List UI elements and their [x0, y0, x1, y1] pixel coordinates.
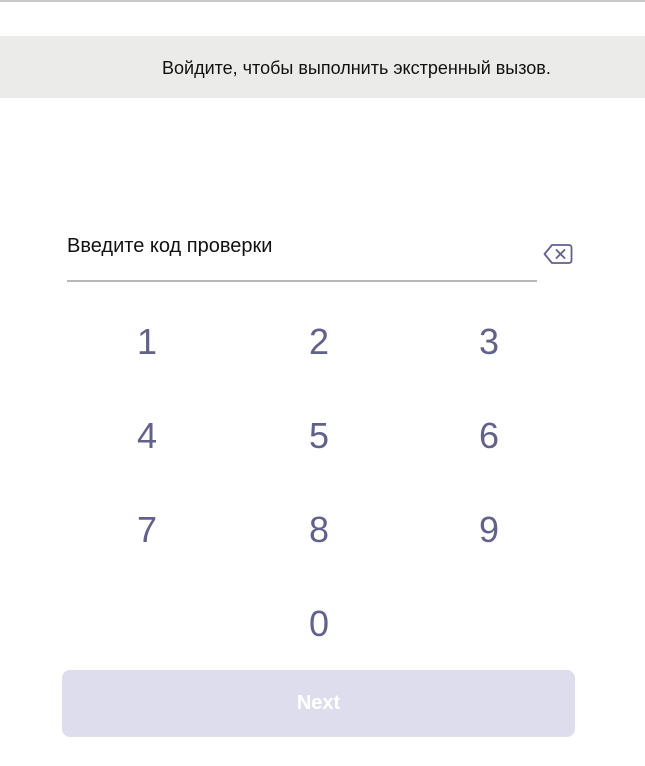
key-0[interactable]: 0 — [279, 596, 359, 652]
sign-in-page: Войдите, чтобы выполнить экстренный вызо… — [0, 0, 645, 766]
key-9[interactable]: 9 — [449, 502, 529, 558]
banner-message: Войдите, чтобы выполнить экстренный вызо… — [162, 58, 551, 78]
key-1[interactable]: 1 — [107, 314, 187, 370]
top-divider — [0, 0, 645, 2]
backspace-button[interactable] — [542, 241, 574, 267]
key-2[interactable]: 2 — [279, 314, 359, 370]
verification-code-placeholder: Введите код проверки — [67, 235, 273, 257]
key-3[interactable]: 3 — [449, 314, 529, 370]
backspace-icon — [543, 244, 573, 264]
key-7[interactable]: 7 — [107, 502, 187, 558]
key-4[interactable]: 4 — [107, 408, 187, 464]
verification-code-field[interactable]: Введите код проверки — [67, 232, 537, 282]
key-5[interactable]: 5 — [279, 408, 359, 464]
key-8[interactable]: 8 — [279, 502, 359, 558]
key-6[interactable]: 6 — [449, 408, 529, 464]
next-button[interactable]: Next — [62, 670, 575, 737]
